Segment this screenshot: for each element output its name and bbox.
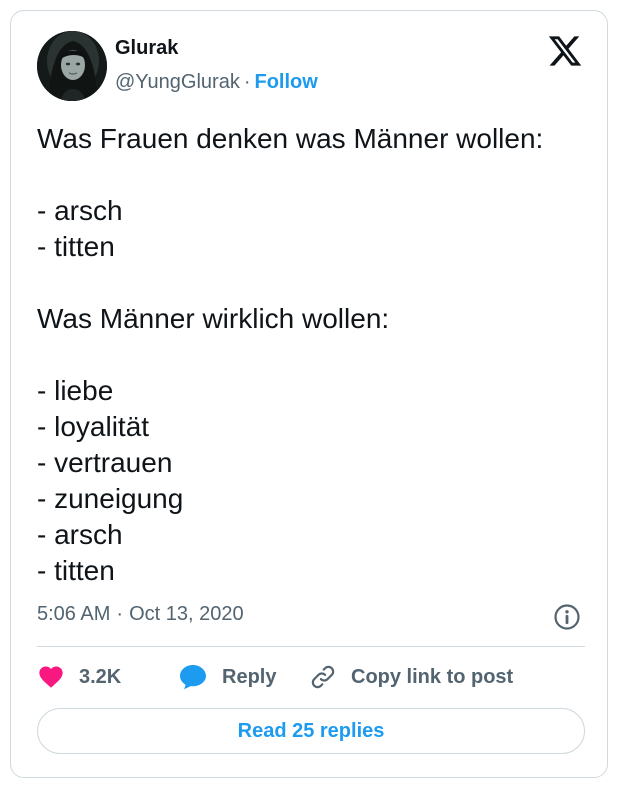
reply-bubble-icon (178, 663, 208, 691)
author-name[interactable]: Glurak (115, 37, 178, 60)
like-button[interactable]: 3.2K (37, 659, 121, 695)
tweet-actions: 3.2K Reply Copy link to post (37, 659, 585, 695)
reply-button[interactable]: Reply (178, 659, 276, 695)
tweet-time[interactable]: 5:06 AM (37, 603, 110, 625)
divider (37, 646, 585, 647)
copy-link-label: Copy link to post (351, 665, 514, 688)
info-icon[interactable] (553, 603, 581, 631)
author-avatar[interactable] (37, 31, 107, 101)
tweet-text: Was Frauen denken was Männer wollen: - a… (37, 123, 544, 586)
link-icon (309, 663, 337, 691)
meta-separator: · (116, 603, 124, 625)
reply-label: Reply (222, 665, 277, 688)
heart-icon (37, 663, 65, 691)
like-count: 3.2K (79, 665, 122, 688)
read-replies-button[interactable]: Read 25 replies (37, 708, 585, 754)
copy-link-button[interactable]: Copy link to post (309, 659, 513, 695)
tweet-card: Glurak @YungGlurak · Follow Was Frauen den… (10, 10, 608, 778)
author-handle[interactable]: @YungGlurak (115, 71, 240, 93)
tweet-date[interactable]: Oct 13, 2020 (129, 603, 244, 625)
follow-button[interactable]: Follow (255, 71, 318, 93)
author-handle-row: @YungGlurak · Follow (115, 71, 318, 94)
avatar-image (37, 31, 107, 101)
x-logo-icon[interactable] (547, 33, 583, 69)
handle-separator: · (243, 71, 251, 93)
tweet-meta: 5:06 AM · Oct 13, 2020 (37, 603, 244, 626)
